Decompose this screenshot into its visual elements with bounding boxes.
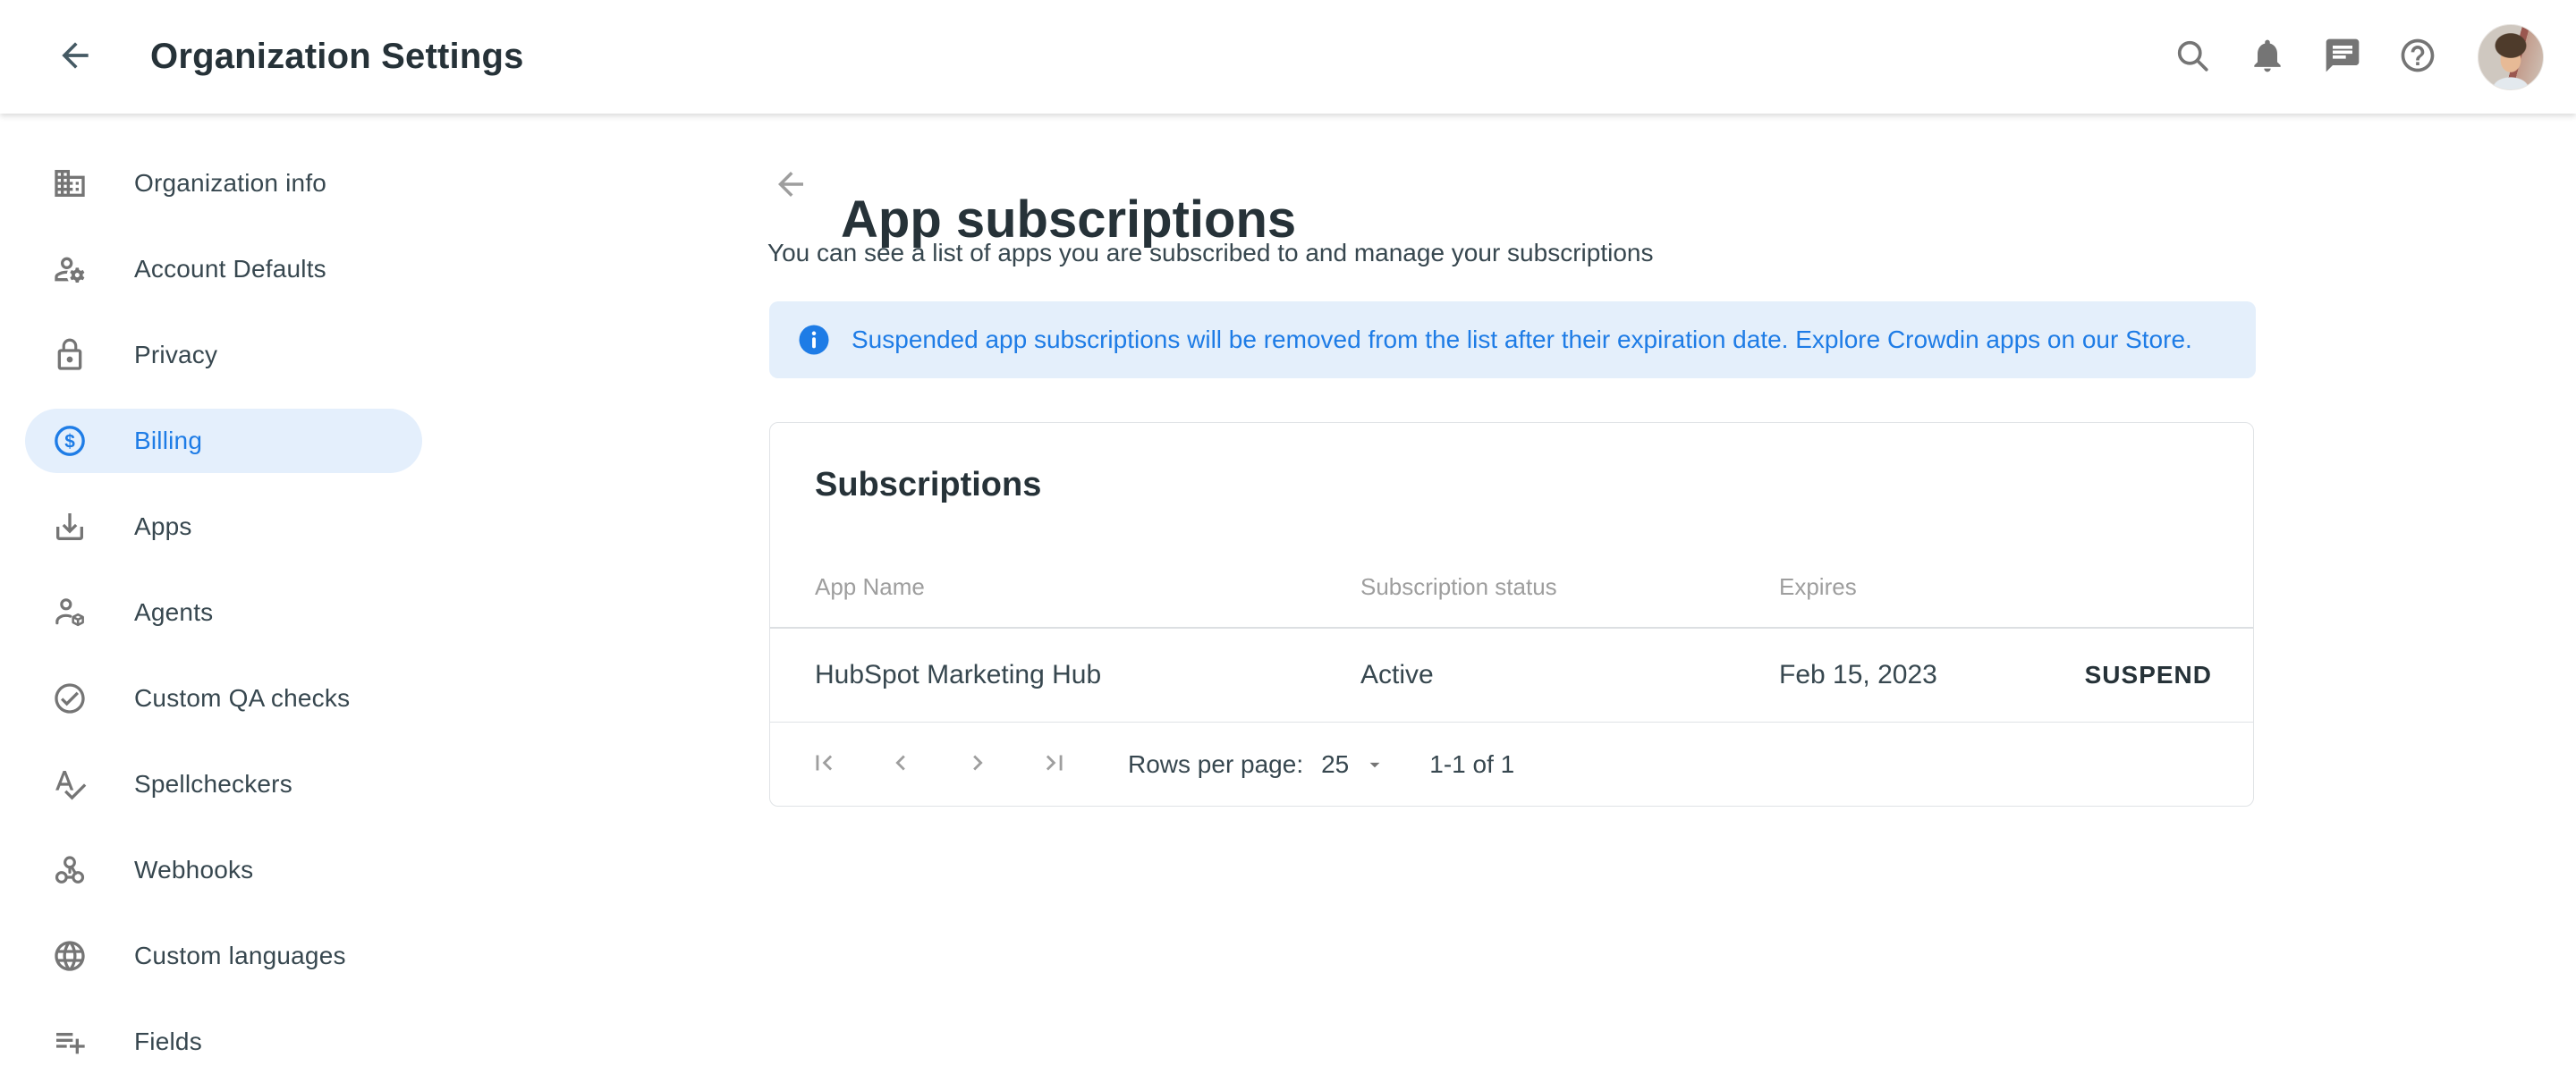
sidebar-item-agents[interactable]: Agents bbox=[25, 580, 422, 645]
sidebar-item-fields[interactable]: Fields bbox=[25, 1010, 422, 1074]
bell-icon bbox=[2248, 36, 2287, 78]
table-row: HubSpot Marketing Hub Active Feb 15, 202… bbox=[770, 629, 2253, 722]
user-avatar[interactable] bbox=[2478, 24, 2544, 90]
sidebar-item-label: Privacy bbox=[134, 341, 217, 369]
sidebar-item-label: Webhooks bbox=[134, 856, 253, 884]
sidebar-item-privacy[interactable]: Privacy bbox=[25, 323, 422, 387]
top-app-bar: Organization Settings bbox=[0, 0, 2576, 114]
sidebar-item-label: Apps bbox=[134, 512, 192, 541]
dollar-circle-icon: $ bbox=[52, 423, 88, 459]
help-button[interactable] bbox=[2397, 37, 2438, 78]
help-icon bbox=[2398, 36, 2437, 78]
page-back-button[interactable] bbox=[769, 164, 812, 207]
rows-per-page-value: 25 bbox=[1321, 750, 1349, 779]
sidebar-item-webhooks[interactable]: Webhooks bbox=[25, 838, 422, 902]
suspend-button[interactable]: SUSPEND bbox=[2074, 650, 2223, 700]
pagination-range: 1-1 of 1 bbox=[1429, 750, 1514, 779]
next-page-button[interactable] bbox=[962, 748, 994, 781]
chat-icon bbox=[2323, 36, 2362, 78]
pagination-bar: Rows per page: 25 1-1 of 1 bbox=[770, 723, 2253, 806]
sidebar-item-label: Account Defaults bbox=[134, 255, 326, 283]
organization-settings-page: Organization Settings bbox=[0, 0, 2576, 1091]
sidebar-item-label: Organization info bbox=[134, 169, 326, 198]
playlist-add-icon bbox=[52, 1024, 88, 1060]
person-gear-icon bbox=[52, 251, 88, 287]
subscriptions-card: Subscriptions App Name Subscription stat… bbox=[769, 422, 2254, 807]
settings-sidebar: Organization info Account Defaults Priva… bbox=[0, 114, 447, 1091]
sidebar-item-custom-qa-checks[interactable]: Custom QA checks bbox=[25, 666, 422, 731]
search-button[interactable] bbox=[2172, 37, 2213, 78]
svg-text:$: $ bbox=[64, 431, 75, 452]
building-icon bbox=[52, 165, 88, 201]
cell-subscription-status: Active bbox=[1360, 660, 1434, 690]
arrow-back-icon bbox=[55, 36, 95, 78]
download-icon bbox=[52, 509, 88, 545]
first-page-button[interactable] bbox=[808, 748, 840, 781]
rows-per-page-label: Rows per page: bbox=[1128, 750, 1303, 779]
sidebar-item-label: Agents bbox=[134, 598, 213, 627]
chevron-left-icon bbox=[886, 748, 916, 781]
column-header-subscription-status: Subscription status bbox=[1360, 573, 1557, 601]
info-banner: Suspended app subscriptions will be remo… bbox=[769, 301, 2256, 378]
last-page-button[interactable] bbox=[1038, 748, 1071, 781]
chevron-right-icon bbox=[962, 748, 993, 781]
lock-icon bbox=[52, 337, 88, 373]
spellcheck-icon bbox=[52, 766, 88, 802]
messages-button[interactable] bbox=[2322, 37, 2363, 78]
last-page-icon bbox=[1039, 748, 1070, 781]
header-back-button[interactable] bbox=[52, 34, 98, 80]
globe-icon bbox=[52, 938, 88, 974]
person-cube-icon bbox=[52, 595, 88, 630]
app-bar-actions bbox=[2172, 24, 2544, 90]
app-bar-title: Organization Settings bbox=[150, 37, 524, 77]
sidebar-item-account-defaults[interactable]: Account Defaults bbox=[25, 237, 422, 301]
search-icon bbox=[2173, 36, 2212, 78]
check-circle-icon bbox=[52, 681, 88, 716]
cell-expires: Feb 15, 2023 bbox=[1779, 660, 1937, 690]
webhook-icon bbox=[52, 852, 88, 888]
sidebar-item-custom-languages[interactable]: Custom languages bbox=[25, 924, 422, 988]
first-page-icon bbox=[809, 748, 839, 781]
info-banner-text: Suspended app subscriptions will be remo… bbox=[852, 326, 2192, 354]
page-subtitle: You can see a list of apps you are subsc… bbox=[767, 234, 1653, 272]
column-header-app-name: App Name bbox=[815, 573, 925, 601]
column-header-expires: Expires bbox=[1779, 573, 1857, 601]
chevron-down-icon bbox=[1363, 753, 1386, 776]
card-title: Subscriptions bbox=[815, 466, 1041, 504]
sidebar-item-spellcheckers[interactable]: Spellcheckers bbox=[25, 752, 422, 816]
sidebar-item-label: Fields bbox=[134, 1028, 202, 1056]
table-header-row: App Name Subscription status Expires bbox=[770, 573, 2253, 604]
sidebar-item-apps[interactable]: Apps bbox=[25, 495, 422, 559]
sidebar-item-label: Billing bbox=[134, 427, 202, 455]
sidebar-item-label: Custom QA checks bbox=[134, 684, 350, 713]
arrow-back-icon bbox=[772, 165, 809, 206]
sidebar-item-organization-info[interactable]: Organization info bbox=[25, 151, 422, 216]
previous-page-button[interactable] bbox=[885, 748, 917, 781]
sidebar-item-billing[interactable]: $ Billing bbox=[25, 409, 422, 473]
info-icon bbox=[798, 324, 830, 356]
sidebar-item-label: Custom languages bbox=[134, 942, 346, 970]
cell-app-name: HubSpot Marketing Hub bbox=[815, 660, 1101, 690]
rows-per-page-select[interactable]: 25 bbox=[1321, 750, 1386, 779]
notifications-button[interactable] bbox=[2247, 37, 2288, 78]
sidebar-item-label: Spellcheckers bbox=[134, 770, 292, 799]
